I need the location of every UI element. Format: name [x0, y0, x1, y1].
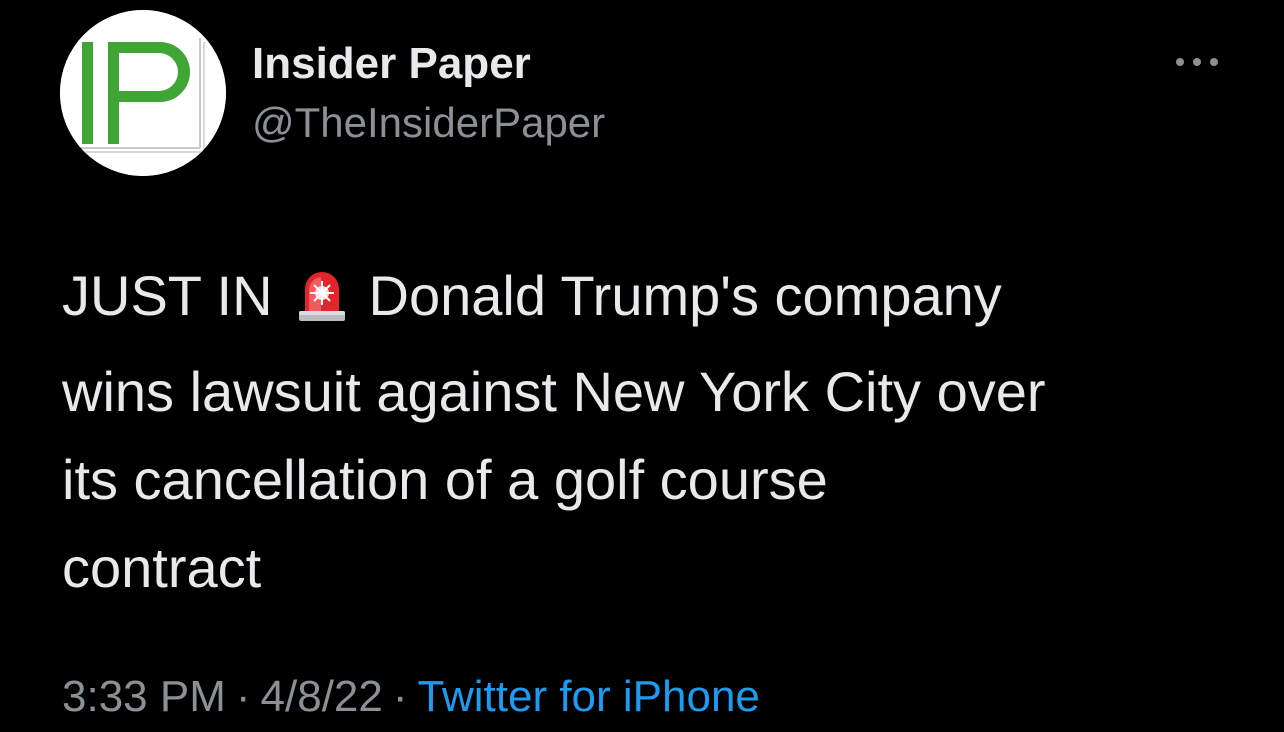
tweet-card: Insider Paper @TheInsiderPaper JUST IN D…	[0, 0, 1284, 732]
tweet-time[interactable]: 3:33 PM	[62, 672, 226, 721]
tweet-metadata: 3:33 PM · 4/8/22 · Twitter for iPhone	[62, 668, 760, 726]
tweet-prefix: JUST IN	[62, 264, 273, 327]
police-car-light-icon	[297, 260, 347, 348]
avatar[interactable]	[60, 10, 226, 176]
more-options-button[interactable]	[1170, 48, 1224, 76]
tweet-line: JUST IN Donald Trump's company	[62, 252, 1252, 348]
tweet-line: wins lawsuit against New York City over	[62, 360, 1046, 423]
tweet-source-link[interactable]: Twitter for iPhone	[418, 672, 760, 721]
tweet-line1-rest: Donald Trump's company	[368, 264, 1002, 327]
author-name[interactable]: Insider Paper	[252, 38, 531, 90]
separator: ·	[392, 672, 408, 721]
tweet-text: JUST IN Donald Trump's company wins laws…	[62, 252, 1252, 612]
author-handle[interactable]: @TheInsiderPaper	[252, 98, 605, 148]
tweet-date[interactable]: 4/8/22	[261, 672, 383, 721]
more-horizontal-icon	[1176, 58, 1218, 66]
separator: ·	[235, 672, 251, 721]
tweet-line: contract	[62, 536, 262, 599]
tweet-line: its cancellation of a golf course	[62, 448, 828, 511]
insider-paper-logo-icon	[60, 10, 226, 176]
